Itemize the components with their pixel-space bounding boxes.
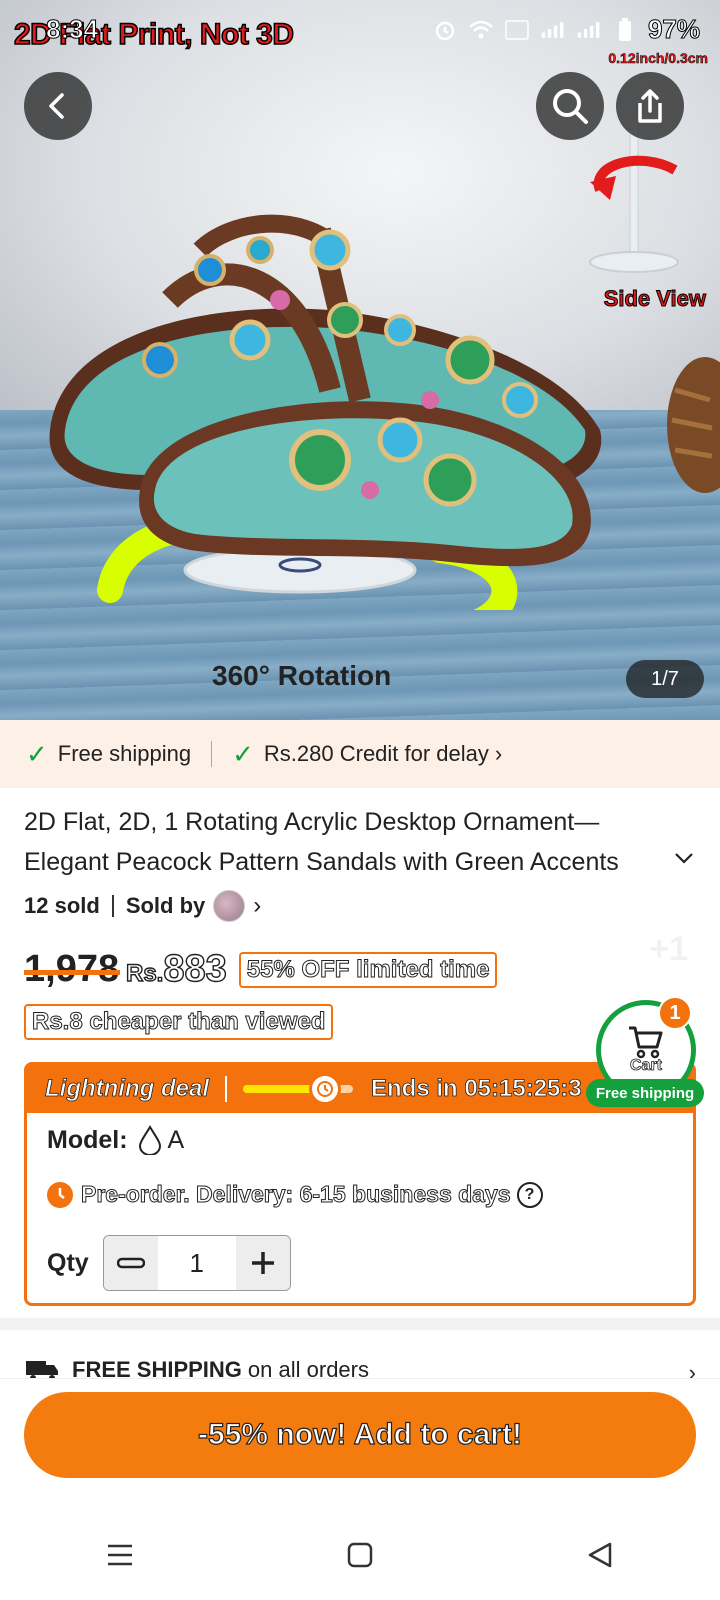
side-view-label: Side View <box>603 286 706 312</box>
recent-apps-icon[interactable] <box>90 1525 150 1585</box>
signal-icon-2 <box>576 17 602 43</box>
deal-progress-bar <box>242 1073 353 1105</box>
size-note: 0.12inch/0.3cm <box>608 50 708 67</box>
droplet-icon <box>138 1125 161 1155</box>
divider <box>111 895 114 917</box>
sold-by-label: Sold by <box>125 893 206 918</box>
qty-label: Qty <box>47 1248 89 1277</box>
price-row: 1,978 Rs. 883 55% OFF limited time <box>24 947 498 991</box>
discount-badge: 55% OFF limited time <box>238 951 498 988</box>
image-page-indicator: 1/7 <box>626 660 704 698</box>
truck-icon <box>26 1361 58 1380</box>
back-arrow-icon <box>49 93 64 119</box>
free-shipping-bold: FREE SHIPPING <box>72 1360 242 1380</box>
cart-icon <box>629 1026 663 1059</box>
sale-price-value: 883 <box>163 947 228 990</box>
quantity-value[interactable]: 1 <box>158 1248 236 1279</box>
add-to-cart-button[interactable]: -55% now! Add to cart! <box>24 1392 696 1478</box>
section-separator <box>0 1318 720 1330</box>
deal-countdown: Ends in 05:15:25:3 <box>370 1075 583 1103</box>
search-icon <box>553 89 588 124</box>
free-shipping-row[interactable]: FREE SHIPPING on all orders <box>24 1360 369 1380</box>
help-icon[interactable]: ? <box>516 1181 543 1208</box>
quantity-row: Qty 1 <box>47 1235 291 1291</box>
seller-avatar[interactable] <box>213 890 246 922</box>
status-bar-icons: 97% <box>432 14 701 45</box>
share-button[interactable] <box>616 72 684 140</box>
rotation-label: 360° Rotation <box>212 660 392 691</box>
chevron-down-icon[interactable] <box>672 846 696 870</box>
home-icon[interactable] <box>330 1525 390 1585</box>
original-price-value: 1,978 <box>24 948 120 990</box>
cart-label: Cart <box>629 1057 663 1075</box>
divider <box>224 1076 227 1102</box>
back-nav-icon[interactable] <box>570 1525 630 1585</box>
signal-icon-1 <box>540 17 566 43</box>
status-bar-time: 8:34 <box>45 14 99 45</box>
share-icon <box>638 89 662 123</box>
sold-info-row: 12 sold Sold by › <box>24 890 261 922</box>
model-label: Model: <box>47 1125 128 1154</box>
plus-icon <box>251 1252 274 1274</box>
checkmark-icon: ✓ <box>232 738 254 769</box>
divider <box>211 741 213 767</box>
clock-icon <box>47 1181 73 1208</box>
plus-one-animation: +1 <box>649 930 688 968</box>
chevron-right-icon[interactable]: › <box>253 892 261 920</box>
free-shipping-rest: on all orders <box>247 1360 369 1380</box>
cart-free-shipping-badge: Free shipping <box>586 1079 704 1107</box>
system-nav-bar <box>0 1510 720 1600</box>
sold-count: 12 sold <box>24 893 100 918</box>
credit-for-delay-text: Rs.280 Credit for delay <box>263 741 489 766</box>
strikethrough <box>24 970 120 975</box>
sale-price: Rs. 883 <box>125 947 228 991</box>
checkmark-icon: ✓ <box>26 738 48 769</box>
preorder-text: Pre-order. Delivery: 6-15 business days <box>81 1181 512 1208</box>
chevron-right-icon: › <box>494 741 503 766</box>
lightning-deal-label: Lightning deal <box>45 1075 210 1103</box>
cheaper-than-viewed-badge: Rs.8 cheaper than viewed <box>24 1004 334 1040</box>
currency-label: Rs. <box>125 959 164 987</box>
free-shipping-text: Free shipping <box>57 741 192 766</box>
minus-icon <box>116 1257 145 1269</box>
battery-icon <box>612 17 638 43</box>
clock-icon <box>309 1073 342 1105</box>
product-image-gallery[interactable]: 2D Flat Print, Not 3D 8:34 97% 0.12inch/… <box>0 0 720 720</box>
alarm-icon <box>432 17 458 43</box>
preorder-info: Pre-order. Delivery: 6-15 business days … <box>47 1181 543 1208</box>
decrease-button[interactable] <box>103 1236 158 1290</box>
shipping-benefits-strip[interactable]: ✓ Free shipping ✓ Rs.280 Credit for dela… <box>0 720 720 788</box>
model-selector[interactable]: Model: A <box>47 1125 184 1155</box>
back-button[interactable] <box>24 72 92 140</box>
product-title: 2D Flat, 2D, 1 Rotating Acrylic Desktop … <box>24 808 619 876</box>
wifi-icon <box>468 17 494 43</box>
pine-cone-decoration <box>667 357 720 493</box>
volte-icon <box>504 17 530 43</box>
quantity-stepper[interactable]: 1 <box>102 1235 291 1291</box>
original-price: 1,978 <box>24 948 120 991</box>
search-button[interactable] <box>536 72 604 140</box>
cart-count-badge: 1 <box>658 996 692 1030</box>
model-value: A <box>167 1125 185 1154</box>
battery-percentage: 97% <box>647 14 700 45</box>
increase-button[interactable] <box>235 1236 290 1290</box>
